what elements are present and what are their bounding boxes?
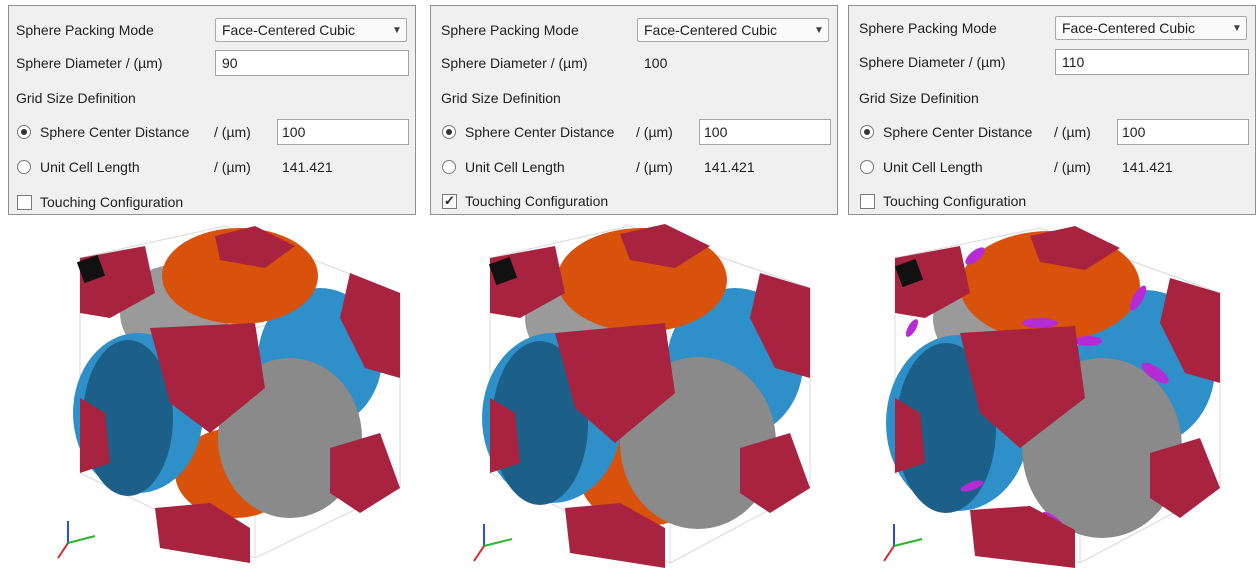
viewport-2[interactable] (470, 218, 840, 574)
radio-unselected-icon[interactable] (442, 160, 456, 174)
touching-checkbox[interactable] (860, 193, 875, 209)
grid-size-label: Grid Size Definition (859, 90, 979, 106)
unit-cell-unit: / (µm) (214, 159, 251, 175)
touching-label: Touching Configuration (465, 193, 609, 209)
viewport-1[interactable] (50, 218, 420, 574)
packing-mode-select[interactable]: Face-Centered Cubic ▼ (1055, 16, 1247, 40)
unit-cell-unit: / (µm) (636, 159, 673, 175)
packing-mode-label: Sphere Packing Mode (441, 22, 579, 38)
unit-cell-value: 141.421 (282, 159, 333, 175)
unit-cell-render (57, 225, 402, 563)
center-distance-value: 100 (704, 124, 728, 140)
unit-cell-label: Unit Cell Length (465, 159, 565, 175)
contact-area (1074, 336, 1102, 346)
axis-triad-icon (883, 524, 923, 562)
packing-mode-select[interactable]: Face-Centered Cubic ▼ (215, 18, 407, 42)
diameter-label: Sphere Diameter / (µm) (859, 54, 1006, 70)
touching-checkbox[interactable]: ✓ (442, 193, 457, 209)
center-distance-value: 100 (1122, 124, 1146, 140)
unit-cell-label: Unit Cell Length (883, 159, 983, 175)
unit-cell-unit: / (µm) (1054, 159, 1091, 175)
packing-mode-label: Sphere Packing Mode (859, 20, 997, 36)
center-distance-value: 100 (282, 124, 306, 140)
center-distance-label: Sphere Center Distance (883, 124, 1033, 140)
grid-size-label: Grid Size Definition (16, 90, 136, 106)
packing-mode-value: Face-Centered Cubic (644, 22, 778, 38)
chevron-down-icon: ▼ (392, 24, 402, 36)
unit-cell-render (473, 224, 812, 568)
diameter-value: 90 (222, 55, 238, 71)
packing-mode-select[interactable]: Face-Centered Cubic ▼ (637, 18, 829, 42)
diameter-input[interactable]: 110 (1055, 49, 1249, 75)
diameter-label: Sphere Diameter / (µm) (16, 55, 163, 71)
radio-selected-icon[interactable] (860, 125, 874, 139)
center-distance-input[interactable]: 100 (277, 119, 409, 145)
unit-cell-value: 141.421 (1122, 159, 1173, 175)
contact-area (1022, 318, 1058, 328)
radio-unselected-icon[interactable] (860, 160, 874, 174)
settings-panel-1: Sphere Packing Mode Face-Centered Cubic … (8, 5, 416, 215)
radio-unselected-icon[interactable] (17, 160, 31, 174)
contact-area (905, 319, 919, 337)
packing-mode-value: Face-Centered Cubic (222, 22, 356, 38)
grid-size-label: Grid Size Definition (441, 90, 561, 106)
center-distance-label: Sphere Center Distance (40, 124, 190, 140)
diameter-input[interactable]: 90 (215, 50, 409, 76)
settings-panel-3: Sphere Packing Mode Face-Centered Cubic … (848, 5, 1256, 215)
center-distance-unit: / (µm) (636, 124, 673, 140)
center-distance-label: Sphere Center Distance (465, 124, 615, 140)
viewport-3[interactable] (880, 218, 1250, 574)
touching-checkbox[interactable] (17, 194, 32, 210)
checkmark-icon: ✓ (444, 193, 455, 208)
radio-selected-icon[interactable] (17, 125, 31, 139)
axis-triad-icon (57, 521, 96, 559)
unit-cell-label: Unit Cell Length (40, 159, 140, 175)
center-distance-unit: / (µm) (1054, 124, 1091, 140)
chevron-down-icon: ▼ (1232, 22, 1242, 34)
axis-triad-icon (473, 524, 513, 562)
center-distance-input[interactable]: 100 (699, 119, 831, 145)
center-distance-unit: / (µm) (214, 124, 251, 140)
touching-label: Touching Configuration (40, 194, 184, 210)
corner-right-bottom (330, 433, 400, 513)
settings-panel-2: Sphere Packing Mode Face-Centered Cubic … (430, 5, 838, 215)
diameter-value: 100 (644, 55, 668, 71)
packing-mode-value: Face-Centered Cubic (1062, 20, 1196, 36)
diameter-label: Sphere Diameter / (µm) (441, 55, 588, 71)
packing-mode-label: Sphere Packing Mode (16, 22, 154, 38)
unit-cell-value: 141.421 (704, 159, 755, 175)
radio-selected-icon[interactable] (442, 125, 456, 139)
touching-label: Touching Configuration (883, 193, 1027, 209)
chevron-down-icon: ▼ (814, 24, 824, 36)
center-distance-input[interactable]: 100 (1117, 119, 1249, 145)
unit-cell-render (883, 226, 1222, 568)
diameter-value: 110 (1062, 54, 1085, 70)
